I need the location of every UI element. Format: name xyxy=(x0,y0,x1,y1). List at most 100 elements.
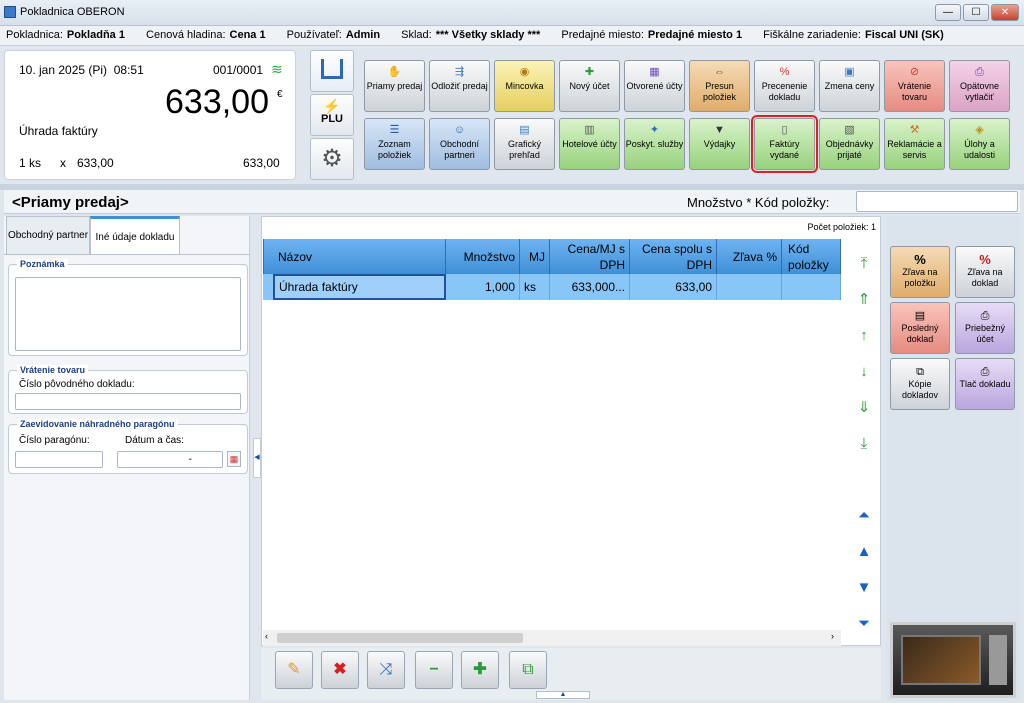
plu-button[interactable]: ⚡ PLU xyxy=(310,94,354,136)
cell-nazov[interactable]: Úhrada faktúry xyxy=(273,274,446,300)
summary-panel: 10. jan 2025 (Pi) 08:51 001/0001 ≋ 633,0… xyxy=(4,50,296,180)
total-amount: 633,00 xyxy=(165,83,269,121)
scroll-left-icon[interactable]: ‹ xyxy=(265,631,268,641)
lightning-icon: ⚡ xyxy=(323,98,341,114)
obchodni-partneri-button[interactable]: ☺ Obchodní partneri xyxy=(429,118,490,170)
move-down-icon[interactable]: ↓ xyxy=(855,363,873,381)
faktury-vydane-button[interactable]: ▯ Faktúry vydané xyxy=(751,115,818,173)
minus-icon: − xyxy=(429,661,439,678)
kopie-dokladov-button[interactable]: ⧉ Kópie dokladov xyxy=(890,358,950,410)
col-kod[interactable]: Kód položky xyxy=(782,239,841,274)
vratenie-tovaru-button[interactable]: ⊘ Vrátenie tovaru xyxy=(884,60,945,112)
qty-code-label: Množstvo * Kód položky: xyxy=(687,195,830,210)
move-page-up-icon[interactable]: ⇑ xyxy=(855,291,873,309)
tab-ine-udaje[interactable]: Iné údaje dokladu xyxy=(90,216,180,254)
scroll-up-icon[interactable]: ▲ xyxy=(855,543,873,561)
horizontal-scrollbar[interactable]: ‹ › xyxy=(263,630,841,646)
novy-ucet-button[interactable]: ✚ Nový účet xyxy=(559,60,620,112)
datetime-input[interactable]: - xyxy=(117,451,223,468)
copy-icon: ⧉ xyxy=(522,661,534,678)
delete-icon: ✖ xyxy=(333,661,347,678)
col-zlava[interactable]: Zľava % xyxy=(717,239,782,274)
plus-button[interactable]: ✚ xyxy=(461,651,499,689)
odlozit-predaj-button[interactable]: ⇶ Odložiť predaj xyxy=(429,60,490,112)
paragon-title: Zaevidovanie náhradného paragónu xyxy=(17,419,178,429)
close-button[interactable]: ✕ xyxy=(991,4,1019,21)
collapse-sidebar-handle[interactable]: ◀ xyxy=(253,438,261,478)
opatovne-vytlacit-button[interactable]: ⎙ Opätovne vytlačiť xyxy=(949,60,1010,112)
scroll-top-icon[interactable]: ⏶ xyxy=(855,507,873,525)
priebezny-ucet-button[interactable]: ⎙ Priebežný účet xyxy=(955,302,1015,354)
posledny-doklad-button[interactable]: ▤ Posledný doklad xyxy=(890,302,950,354)
zmena-ceny-button[interactable]: ▣ Zmena ceny xyxy=(819,60,880,112)
zoznam-poloziek-button[interactable]: ☰ Zoznam položiek xyxy=(364,118,425,170)
cell-cena-mj[interactable]: 633,000... xyxy=(550,274,630,300)
move-top-icon[interactable]: ⤒ xyxy=(855,255,873,273)
miesto-label: Predajné miesto: xyxy=(561,29,644,41)
poskyt-sluzby-button[interactable]: ✦ Poskyt. služby xyxy=(624,118,685,170)
pouzivatel-label: Používateľ: xyxy=(286,29,342,41)
reklamacie-servis-button[interactable]: ⚒ Reklamácie a servis xyxy=(884,118,945,170)
last-item-qty: 1 ks xyxy=(19,156,42,170)
cell-kod[interactable] xyxy=(782,274,841,300)
presun-poloziek-button[interactable]: ⇔ Presun položiek xyxy=(689,60,750,112)
sklad-value: *** Všetky sklady *** xyxy=(435,29,541,41)
cell-mnozstvo[interactable]: 1,000 xyxy=(446,274,520,300)
note-group: Poznámka xyxy=(8,259,248,356)
cell-zlava[interactable] xyxy=(717,274,782,300)
move-up-icon[interactable]: ↑ xyxy=(855,327,873,345)
minimize-button[interactable]: — xyxy=(935,4,961,21)
ulohy-udalosti-button[interactable]: ◈ Úlohy a udalosti xyxy=(949,118,1010,170)
tab-obchodny-partner[interactable]: Obchodný partner xyxy=(6,216,90,254)
zlava-polozka-button[interactable]: % Zľava na položku xyxy=(890,246,950,298)
settings-button[interactable]: ⚙ xyxy=(310,138,354,180)
scroll-thumb[interactable] xyxy=(277,633,523,643)
services-icon: ✦ xyxy=(649,124,660,136)
objednavky-prijate-button[interactable]: ▧ Objednávky prijaté xyxy=(819,118,880,170)
precenenie-dokladu-button[interactable]: % Precenenie dokladu xyxy=(754,60,815,112)
col-mj[interactable]: MJ xyxy=(520,239,550,274)
cell-cena-spolu[interactable]: 633,00 xyxy=(630,274,717,300)
zlava-doklad-button[interactable]: % Zľava na doklad xyxy=(955,246,1015,298)
sklad-label: Sklad: xyxy=(401,29,432,41)
scroll-bottom-icon[interactable]: ⏷ xyxy=(855,615,873,633)
home-button[interactable] xyxy=(310,50,354,92)
col-nazov[interactable]: Názov xyxy=(263,239,446,274)
maximize-button[interactable]: ☐ xyxy=(963,4,989,21)
miesto-value: Predajné miesto 1 xyxy=(647,29,743,41)
split-icon: ⤨ xyxy=(379,661,393,678)
split-button[interactable]: ⤨ xyxy=(367,651,405,689)
col-cena-spolu[interactable]: Cena spolu s DPH xyxy=(630,239,717,274)
hotelove-ucty-button[interactable]: ▥ Hotelové účty xyxy=(559,118,620,170)
move-page-down-icon[interactable]: ⇓ xyxy=(855,399,873,417)
orig-doc-input[interactable] xyxy=(15,393,241,410)
move-bottom-icon[interactable]: ⤓ xyxy=(855,435,873,453)
calendar-icon[interactable]: ▦ xyxy=(227,451,241,467)
table-row[interactable]: Úhrada faktúry 1,000 ks 633,000... 633,0… xyxy=(263,274,841,300)
col-mnozstvo[interactable]: Množstvo xyxy=(446,239,520,274)
copy-button[interactable]: ⧉ xyxy=(509,651,547,689)
scroll-right-icon[interactable]: › xyxy=(831,631,834,641)
cenova-value: Cena 1 xyxy=(229,29,266,41)
delete-button[interactable]: ✖ xyxy=(321,651,359,689)
scroll-down-icon[interactable]: ▼ xyxy=(855,579,873,597)
vydajky-button[interactable]: ▼ Výdajky xyxy=(689,118,750,170)
cell-mj[interactable]: ks xyxy=(520,274,550,300)
tlac-dokladu-button[interactable]: ⎙ Tlač dokladu xyxy=(955,358,1015,410)
graficky-prehlad-button[interactable]: ▤ Grafický prehľad xyxy=(494,118,555,170)
return-icon: ⊘ xyxy=(909,66,920,78)
pokladnica-value: Pokladňa 1 xyxy=(66,29,125,41)
note-textarea[interactable] xyxy=(15,277,241,351)
note-title: Poznámka xyxy=(17,259,68,269)
tab-divider xyxy=(4,254,250,255)
minus-button[interactable]: − xyxy=(415,651,453,689)
edit-button[interactable]: ✎ xyxy=(275,651,313,689)
paragon-no-input[interactable] xyxy=(15,451,103,468)
priamy-predaj-button[interactable]: ✋ Priamy predaj xyxy=(364,60,425,112)
plu-label: PLU xyxy=(321,113,343,125)
expand-bottom-handle[interactable]: ▲ xyxy=(536,691,590,699)
col-cena-mj[interactable]: Cena/MJ s DPH xyxy=(550,239,630,274)
qty-code-input[interactable] xyxy=(856,191,1018,212)
mincovka-button[interactable]: ◉ Mincovka xyxy=(494,60,555,112)
otvorene-ucty-button[interactable]: ▦ Otvorené účty xyxy=(624,60,685,112)
